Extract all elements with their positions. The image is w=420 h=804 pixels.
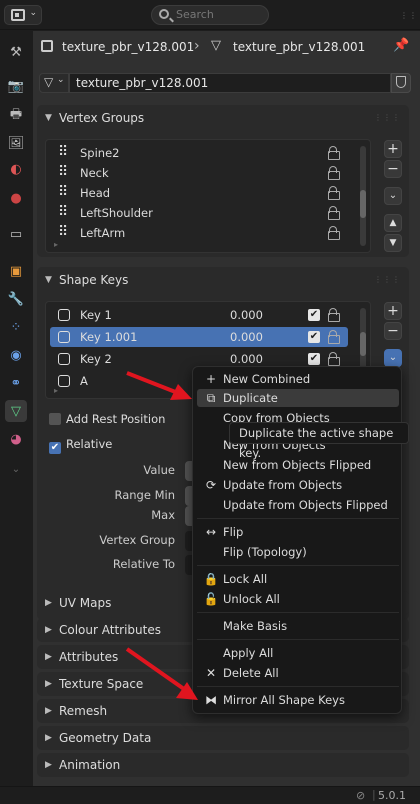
version-label: 5.0.1 [378, 789, 406, 802]
divider: | [372, 788, 376, 801]
annotation-arrows [125, 371, 198, 700]
status-bar: ⊘ | 5.0.1 [0, 786, 420, 804]
annotation-arrow-2 [125, 647, 198, 700]
annotation-arrow-1 [126, 371, 192, 400]
network-icon: ⊘ [356, 789, 366, 802]
